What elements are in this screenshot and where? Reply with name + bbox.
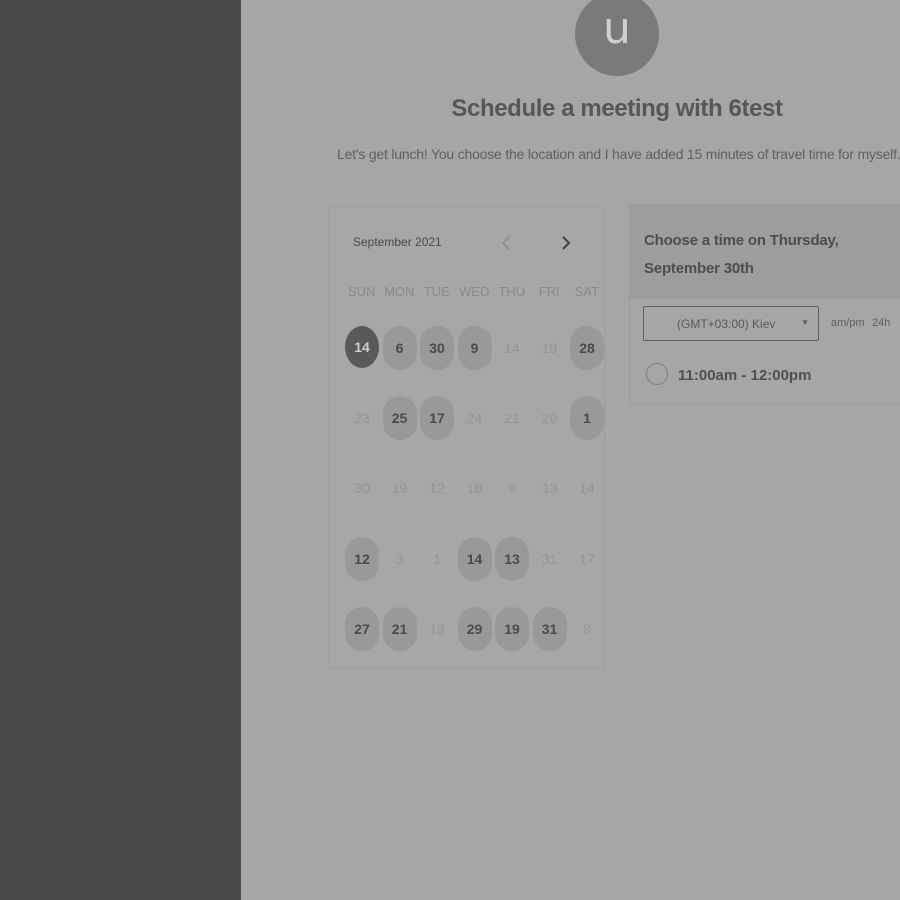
calendar-day[interactable]: 27: [345, 607, 379, 651]
calendar-day: 12: [429, 480, 445, 496]
calendar-day: 19: [391, 480, 408, 496]
calendar-month-label: September 2021: [353, 235, 442, 249]
timezone-select[interactable]: (GMT+03:00) Kiev ▼: [643, 306, 819, 341]
calendar-day[interactable]: 21: [382, 607, 417, 651]
calendar-day[interactable]: 9: [457, 326, 492, 370]
calendar-day: 23: [354, 410, 370, 426]
calendar-day: 3: [395, 551, 404, 567]
weekday-label: WED: [459, 284, 490, 299]
time-slot-label[interactable]: 11:00am - 12:00pm: [678, 367, 811, 384]
time-panel-header: Choose a time on Thursday, September 30t…: [630, 205, 900, 299]
calendar-day[interactable]: 28: [570, 326, 604, 370]
weekday-header: SUN MON TUE WED THU FRI SAT: [343, 284, 606, 299]
calendar-day[interactable]: 29: [457, 607, 492, 651]
left-sidebar: [0, 0, 241, 900]
calendar-day[interactable]: 6: [382, 326, 417, 370]
calendar-day[interactable]: 30: [420, 326, 454, 370]
calendar-day: 21: [504, 410, 520, 426]
scheduling-page: u Schedule a meeting with 6test Let's ge…: [241, 0, 900, 900]
calendar-day: 18: [466, 480, 483, 496]
chevron-right-icon: [562, 236, 571, 250]
calendar-day: 30: [354, 480, 370, 496]
time-selection-panel: Choose a time on Thursday, September 30t…: [629, 204, 900, 404]
calendar-day[interactable]: 12: [345, 537, 379, 581]
calendar-day: 20: [541, 410, 558, 426]
calendar-day: 19: [541, 340, 558, 356]
weekday-label: SAT: [574, 284, 599, 299]
previous-month-button[interactable]: [496, 233, 516, 253]
calendar-day: 13: [541, 480, 558, 496]
calendar-day: 19: [429, 621, 445, 637]
calendar-day: 14: [579, 480, 595, 496]
ampm-format-toggle[interactable]: am/pm: [831, 317, 865, 329]
calendar-day[interactable]: 19: [495, 607, 529, 651]
caret-down-icon: ▼: [801, 318, 809, 327]
calendar-day: 24: [466, 410, 483, 426]
next-month-button[interactable]: [556, 233, 576, 253]
calendar-day[interactable]: 17: [420, 396, 454, 440]
calendar-day-selected[interactable]: 14: [345, 326, 379, 368]
timezone-value: (GMT+03:00) Kiev: [677, 316, 776, 331]
weekday-label: MON: [384, 284, 415, 299]
calendar-day: 14: [504, 340, 520, 356]
weekday-label: THU: [498, 284, 526, 299]
avatar: u: [575, 0, 659, 76]
calendar-day: 9: [508, 480, 516, 496]
weekday-label: SUN: [348, 284, 376, 299]
page-title: Schedule a meeting with 6test: [451, 95, 783, 122]
calendar-day[interactable]: 25: [382, 396, 417, 440]
calendar-day: 17: [579, 551, 595, 567]
calendar-day[interactable]: 31: [532, 607, 567, 651]
calendar-day: 31: [541, 551, 558, 567]
calendar-day[interactable]: 13: [495, 537, 529, 581]
24h-format-toggle[interactable]: 24h: [872, 317, 890, 329]
calendar-day[interactable]: 14: [457, 537, 492, 581]
time-panel-heading: Choose a time on Thursday,: [644, 232, 839, 249]
calendar: September 2021 SUN MON TUE WED THU FRI S…: [329, 206, 605, 669]
time-panel-date: September 30th: [644, 260, 754, 277]
calendar-day[interactable]: 1: [570, 396, 604, 440]
calendar-day: 8: [583, 621, 591, 637]
weekday-label: TUE: [423, 284, 450, 299]
calendar-day: 1: [433, 551, 441, 567]
chevron-left-icon: [501, 236, 510, 250]
time-slot-radio[interactable]: [646, 363, 668, 385]
weekday-label: FRI: [538, 284, 560, 299]
meeting-description: Let's get lunch! You choose the location…: [337, 146, 900, 162]
